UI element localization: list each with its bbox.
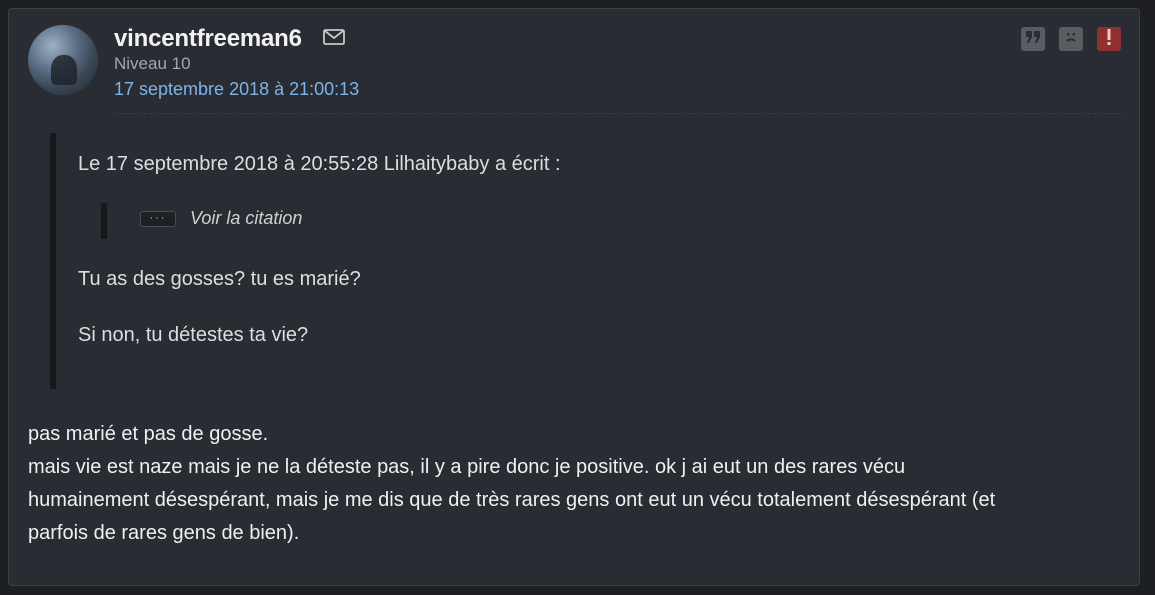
quote-button[interactable] xyxy=(1021,27,1045,51)
avatar[interactable] xyxy=(28,25,98,95)
quote-line: Tu as des gosses? tu es marié? xyxy=(78,268,361,290)
sad-reaction-button[interactable] xyxy=(1059,27,1083,51)
message-line: parfois de rares gens de bien). xyxy=(28,522,300,544)
post-actions xyxy=(1021,27,1121,51)
quote-line: Si non, tu détestes ta vie? xyxy=(78,324,309,346)
expand-quote-button[interactable]: ··· xyxy=(140,211,176,227)
report-button[interactable] xyxy=(1097,27,1121,51)
user-level: Niveau 10 xyxy=(114,54,191,73)
nested-quote: ··· Voir la citation xyxy=(101,203,302,239)
message-line: mais vie est naze mais je ne la déteste … xyxy=(28,456,906,478)
message-body: pas marié et pas de gosse. mais vie est … xyxy=(28,418,1123,550)
mail-icon[interactable] xyxy=(323,29,345,45)
quote-icon xyxy=(1025,30,1041,49)
blockquote: Le 17 septembre 2018 à 20:55:28 Lilhaity… xyxy=(50,133,1116,389)
post-date-link[interactable]: 17 septembre 2018 à 21:00:13 xyxy=(114,79,359,100)
message-line: pas marié et pas de gosse. xyxy=(28,423,269,445)
avatar-figure xyxy=(51,55,77,85)
forum-post: vincentfreeman6 Niveau 10 17 septembre 2… xyxy=(8,8,1140,586)
header-divider xyxy=(114,113,1121,114)
username[interactable]: vincentfreeman6 xyxy=(114,25,302,53)
show-quote-link[interactable]: Voir la citation xyxy=(190,208,302,229)
quote-header: Le 17 septembre 2018 à 20:55:28 Lilhaity… xyxy=(78,153,561,175)
message-line: humainement désespérant, mais je me dis … xyxy=(28,489,996,511)
report-alert-icon xyxy=(1105,28,1113,51)
sad-face-icon xyxy=(1063,29,1079,50)
